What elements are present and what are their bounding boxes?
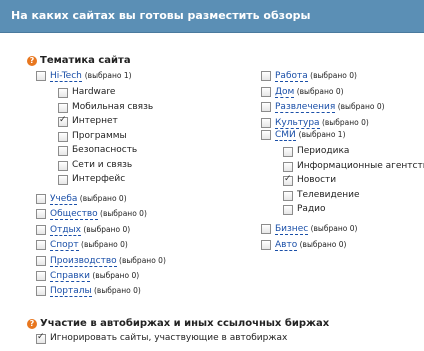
smi-checkbox[interactable] — [261, 130, 271, 140]
smi-subcategory-label: Радио — [297, 204, 326, 214]
category-count: (выбрано 0) — [78, 240, 128, 250]
category-link[interactable]: Дом — [275, 86, 295, 98]
hitech-subcategory-checkbox[interactable] — [58, 102, 68, 113]
category-link[interactable]: Учеба — [50, 194, 78, 205]
hitech-subcategory-label: Сети и связь — [72, 159, 133, 170]
category-link[interactable]: Общество — [50, 209, 98, 221]
hitech-subcategory-checkbox[interactable] — [58, 88, 68, 98]
category-checkbox[interactable] — [261, 71, 271, 81]
checkmark-icon: ✓ — [284, 174, 292, 184]
hitech-count: (выбрано 1) — [84, 71, 132, 80]
category-count: (выбрано 0) — [116, 255, 166, 265]
category-link[interactable]: Спорт — [50, 240, 79, 252]
category-count: (выбрано 0) — [307, 71, 357, 80]
exchanges-section-title: Участие в автобиржах и иных ссылочных би… — [40, 318, 330, 329]
smi-subcategory-label: Телевидение — [297, 189, 360, 200]
category-count: (выбрано 0) — [90, 271, 140, 280]
topics-section-title: Тематика сайта — [40, 55, 131, 66]
category-count: (выбрано 0) — [294, 86, 344, 96]
smi-subcategory-checkbox[interactable] — [283, 161, 293, 172]
category-checkbox[interactable] — [36, 209, 46, 220]
hitech-subcategory-checkbox[interactable]: ✓ — [58, 115, 68, 127]
hitech-subcategory-label: Hardware — [72, 87, 116, 97]
category-checkbox[interactable] — [261, 224, 271, 234]
hitech-subcategory-label: Программы — [72, 130, 127, 141]
hitech-checkbox[interactable] — [36, 71, 46, 81]
category-count: (выбрано 0) — [297, 239, 347, 249]
smi-subcategory-label: Периодика — [297, 146, 350, 156]
category-count: (выбрано 0) — [80, 224, 131, 234]
category-link[interactable]: Бизнес — [275, 224, 309, 235]
category-checkbox[interactable] — [36, 240, 46, 251]
help-question-icon[interactable]: ? — [27, 56, 37, 66]
smi-count: (выбрано 1) — [298, 130, 346, 139]
checkmark-icon: ✓ — [37, 332, 45, 342]
category-count: (выбрано 0) — [319, 117, 369, 127]
ignore-autoexchange-checkbox[interactable]: ✓ — [36, 332, 46, 344]
category-checkbox[interactable] — [261, 86, 271, 97]
checkmark-icon: ✓ — [59, 115, 67, 125]
category-checkbox[interactable] — [261, 102, 271, 112]
category-checkbox[interactable] — [36, 224, 46, 235]
category-checkbox[interactable] — [261, 117, 271, 128]
smi-subcategory-label: Информационные агентства — [297, 160, 424, 171]
category-count: (выбрано 0) — [308, 224, 358, 233]
hitech-subcategory-label: Интернет — [72, 116, 118, 126]
smi-subcategory-checkbox[interactable] — [283, 147, 293, 157]
hitech-subcategory-checkbox[interactable] — [58, 175, 68, 185]
category-link[interactable]: Производство — [50, 255, 117, 267]
smi-subcategory-checkbox[interactable] — [283, 190, 293, 201]
category-count: (выбрано 0) — [77, 194, 127, 203]
page-header: На каких сайтах вы готовы разместить обз… — [0, 0, 424, 33]
hitech-subcategory-checkbox[interactable] — [58, 160, 68, 171]
hitech-subcategory-label: Интерфейс — [72, 174, 126, 184]
category-link[interactable]: Справки — [50, 271, 90, 282]
hitech-link[interactable]: Hi-Tech — [50, 71, 82, 82]
category-checkbox[interactable] — [261, 239, 271, 250]
category-checkbox[interactable] — [36, 255, 46, 266]
category-count: (выбрано 0) — [97, 209, 147, 219]
category-link[interactable]: Порталы — [50, 286, 92, 298]
category-link[interactable]: Развлечения — [275, 102, 336, 113]
category-link[interactable]: Авто — [275, 239, 298, 251]
hitech-subcategory-checkbox[interactable] — [58, 146, 68, 156]
header-title: На каких сайтах вы готовы разместить обз… — [11, 9, 311, 22]
category-count: (выбрано 0) — [335, 102, 385, 111]
category-checkbox[interactable] — [36, 194, 46, 204]
help-question-icon[interactable]: ? — [27, 319, 37, 329]
ignore-autoexchange-label: Игнорировать сайты, участвующие в автоби… — [50, 333, 288, 343]
category-checkbox[interactable] — [36, 286, 46, 297]
category-link[interactable]: Культура — [275, 117, 320, 129]
smi-subcategory-checkbox[interactable] — [283, 205, 293, 215]
category-link[interactable]: Работа — [275, 71, 308, 82]
category-count: (выбрано 0) — [91, 286, 141, 296]
category-checkbox[interactable] — [36, 271, 46, 281]
hitech-subcategory-label: Безопасность — [72, 145, 138, 155]
category-link[interactable]: Отдых — [50, 224, 81, 236]
smi-subcategory-label: Новости — [297, 175, 337, 185]
hitech-subcategory-checkbox[interactable] — [58, 131, 68, 142]
smi-link[interactable]: СМИ — [275, 130, 296, 141]
smi-subcategory-checkbox[interactable]: ✓ — [283, 174, 293, 186]
hitech-subcategory-label: Мобильная связь — [72, 101, 154, 112]
